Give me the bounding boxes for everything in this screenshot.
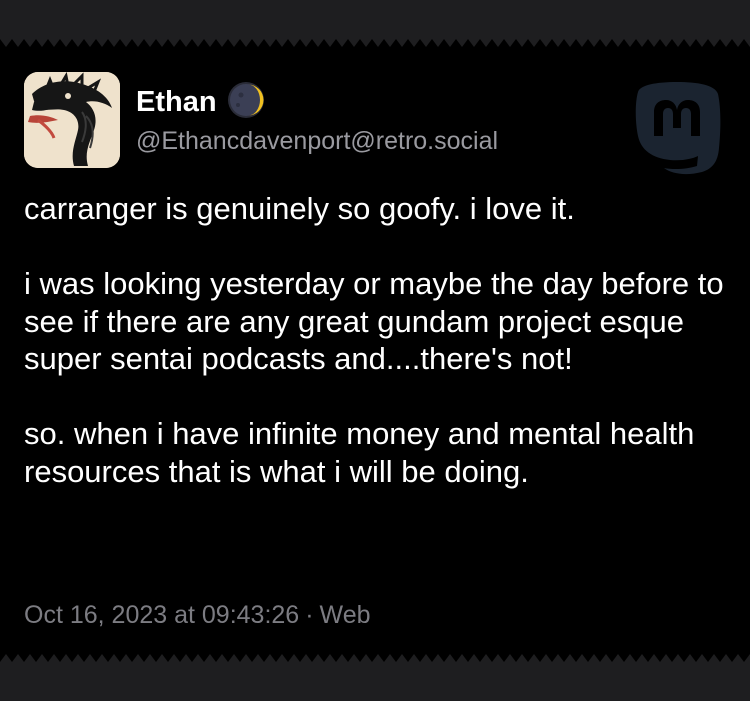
post-content: carranger is genuinely so goofy. i love … [24, 190, 729, 490]
zigzag-edge-top [0, 39, 750, 49]
dragon-illustration-avatar [24, 72, 120, 168]
torn-edge-bottom [0, 661, 750, 701]
mastodon-logo-icon [630, 78, 724, 178]
author-avatar[interactable] [24, 72, 120, 168]
crescent-moon-icon [227, 81, 265, 124]
post-paragraph: carranger is genuinely so goofy. i love … [24, 191, 575, 226]
zigzag-edge-bottom [0, 652, 750, 662]
post-paragraph: i was looking yesterday or maybe the day… [24, 266, 724, 376]
torn-edge-top [0, 0, 750, 40]
meta-separator: · [305, 601, 314, 629]
author-name-row: Ethan [136, 80, 265, 124]
post-paragraph: so. when i have infinite money and menta… [24, 416, 695, 489]
post-source: Web [319, 601, 371, 629]
author-handle[interactable]: @Ethancdavenport@retro.social [136, 126, 498, 156]
post-timestamp[interactable]: Oct 16, 2023 at 09:43:26 [24, 601, 299, 629]
post-meta: Oct 16, 2023 at 09:43:26 · Web [24, 603, 371, 628]
author-display-name[interactable]: Ethan [136, 87, 217, 117]
